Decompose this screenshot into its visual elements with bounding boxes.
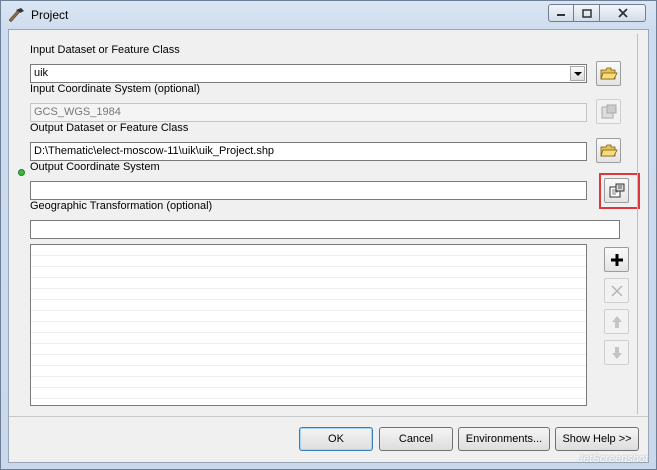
panel-divider [637, 34, 638, 414]
show-help-button[interactable]: Show Help >> [555, 427, 639, 451]
close-button[interactable] [600, 4, 646, 22]
project-dialog: Project Input Dataset or Feature Class u… [0, 0, 657, 470]
chevron-down-icon[interactable] [570, 66, 585, 81]
spatial-reference-properties-icon [601, 104, 616, 118]
geo-transform-label: Geographic Transformation (optional) [30, 200, 213, 212]
cancel-button[interactable]: Cancel [379, 427, 453, 451]
folder-open-icon [599, 144, 618, 156]
browse-output-button[interactable] [596, 138, 621, 163]
move-down-button [604, 340, 629, 365]
input-cs-properties-button [596, 99, 621, 124]
input-cs-field: GCS_WGS_1984 [30, 103, 587, 122]
input-dataset-label: Input Dataset or Feature Class [30, 44, 180, 56]
highlight-annotation [599, 173, 640, 209]
remove-transformation-button [604, 278, 629, 303]
output-cs-label: Output Coordinate System [30, 161, 160, 173]
folder-open-icon [599, 67, 618, 79]
input-dataset-combobox[interactable]: uik [30, 64, 587, 83]
environments-button[interactable]: Environments... [458, 427, 550, 451]
required-indicator-icon [18, 169, 25, 176]
output-dataset-label: Output Dataset or Feature Class [30, 122, 189, 134]
hammer-icon [8, 8, 24, 23]
arrow-down-icon [611, 346, 622, 359]
x-icon [610, 284, 623, 297]
input-cs-value: GCS_WGS_1984 [34, 106, 121, 118]
output-cs-input[interactable] [30, 181, 587, 200]
parameters-panel: Input Dataset or Feature Class uik Input… [18, 34, 640, 414]
ok-button[interactable]: OK [299, 427, 373, 451]
move-up-button [604, 309, 629, 334]
footer-divider [9, 416, 648, 417]
browse-input-button[interactable] [596, 61, 621, 86]
transformation-list[interactable] [30, 244, 587, 406]
minimize-icon [557, 14, 565, 16]
geo-transform-input[interactable] [30, 220, 620, 239]
maximize-icon [581, 8, 592, 18]
minimize-button[interactable] [548, 4, 574, 22]
close-icon [617, 8, 628, 18]
input-dataset-value: uik [34, 67, 49, 79]
watermark: JetScreenshot [577, 453, 648, 465]
title-bar[interactable]: Project [1, 1, 656, 29]
plus-icon [610, 253, 623, 266]
input-cs-label: Input Coordinate System (optional) [30, 83, 200, 95]
window-title: Project [31, 8, 69, 22]
output-dataset-input[interactable]: D:\Thematic\elect-moscow-11\uik\uik_Proj… [30, 142, 587, 161]
maximize-button[interactable] [574, 4, 600, 22]
arrow-up-icon [611, 315, 622, 328]
output-dataset-value: D:\Thematic\elect-moscow-11\uik\uik_Proj… [34, 145, 275, 157]
add-transformation-button[interactable] [604, 247, 629, 272]
dialog-body: Input Dataset or Feature Class uik Input… [8, 29, 649, 463]
